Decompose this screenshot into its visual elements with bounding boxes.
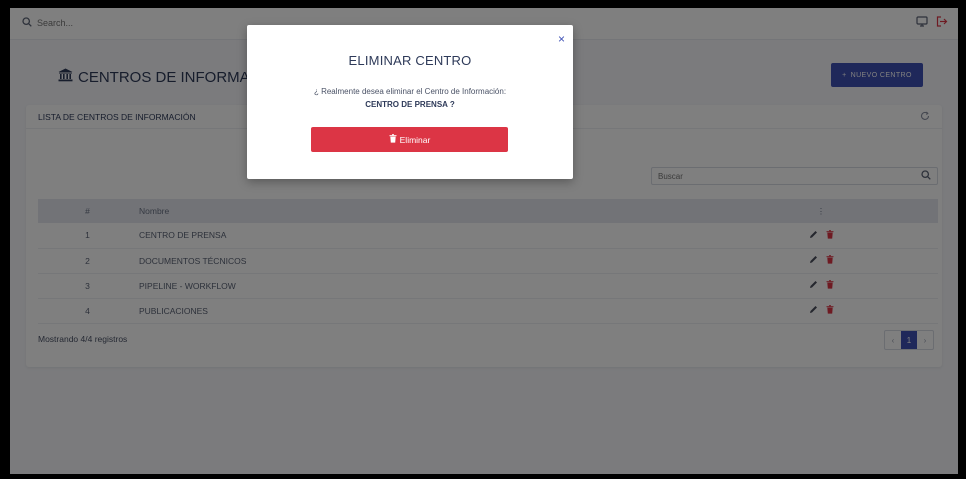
modal-target-name: CENTRO DE PRENSA ? <box>365 100 455 109</box>
delete-button[interactable]: Eliminar <box>311 127 508 152</box>
app-frame: CENTROS DE INFORMACIÓN + NUEVO CENTRO LI… <box>10 8 958 474</box>
modal-title: ELIMINAR CENTRO <box>348 53 472 68</box>
trash-icon <box>389 134 397 145</box>
delete-button-label: Eliminar <box>399 134 431 145</box>
close-icon[interactable]: × <box>558 33 565 45</box>
modal-message: ¿ Realmente desea eliminar el Centro de … <box>313 87 507 96</box>
delete-center-modal: × ELIMINAR CENTRO ¿ Realmente desea elim… <box>247 25 573 179</box>
